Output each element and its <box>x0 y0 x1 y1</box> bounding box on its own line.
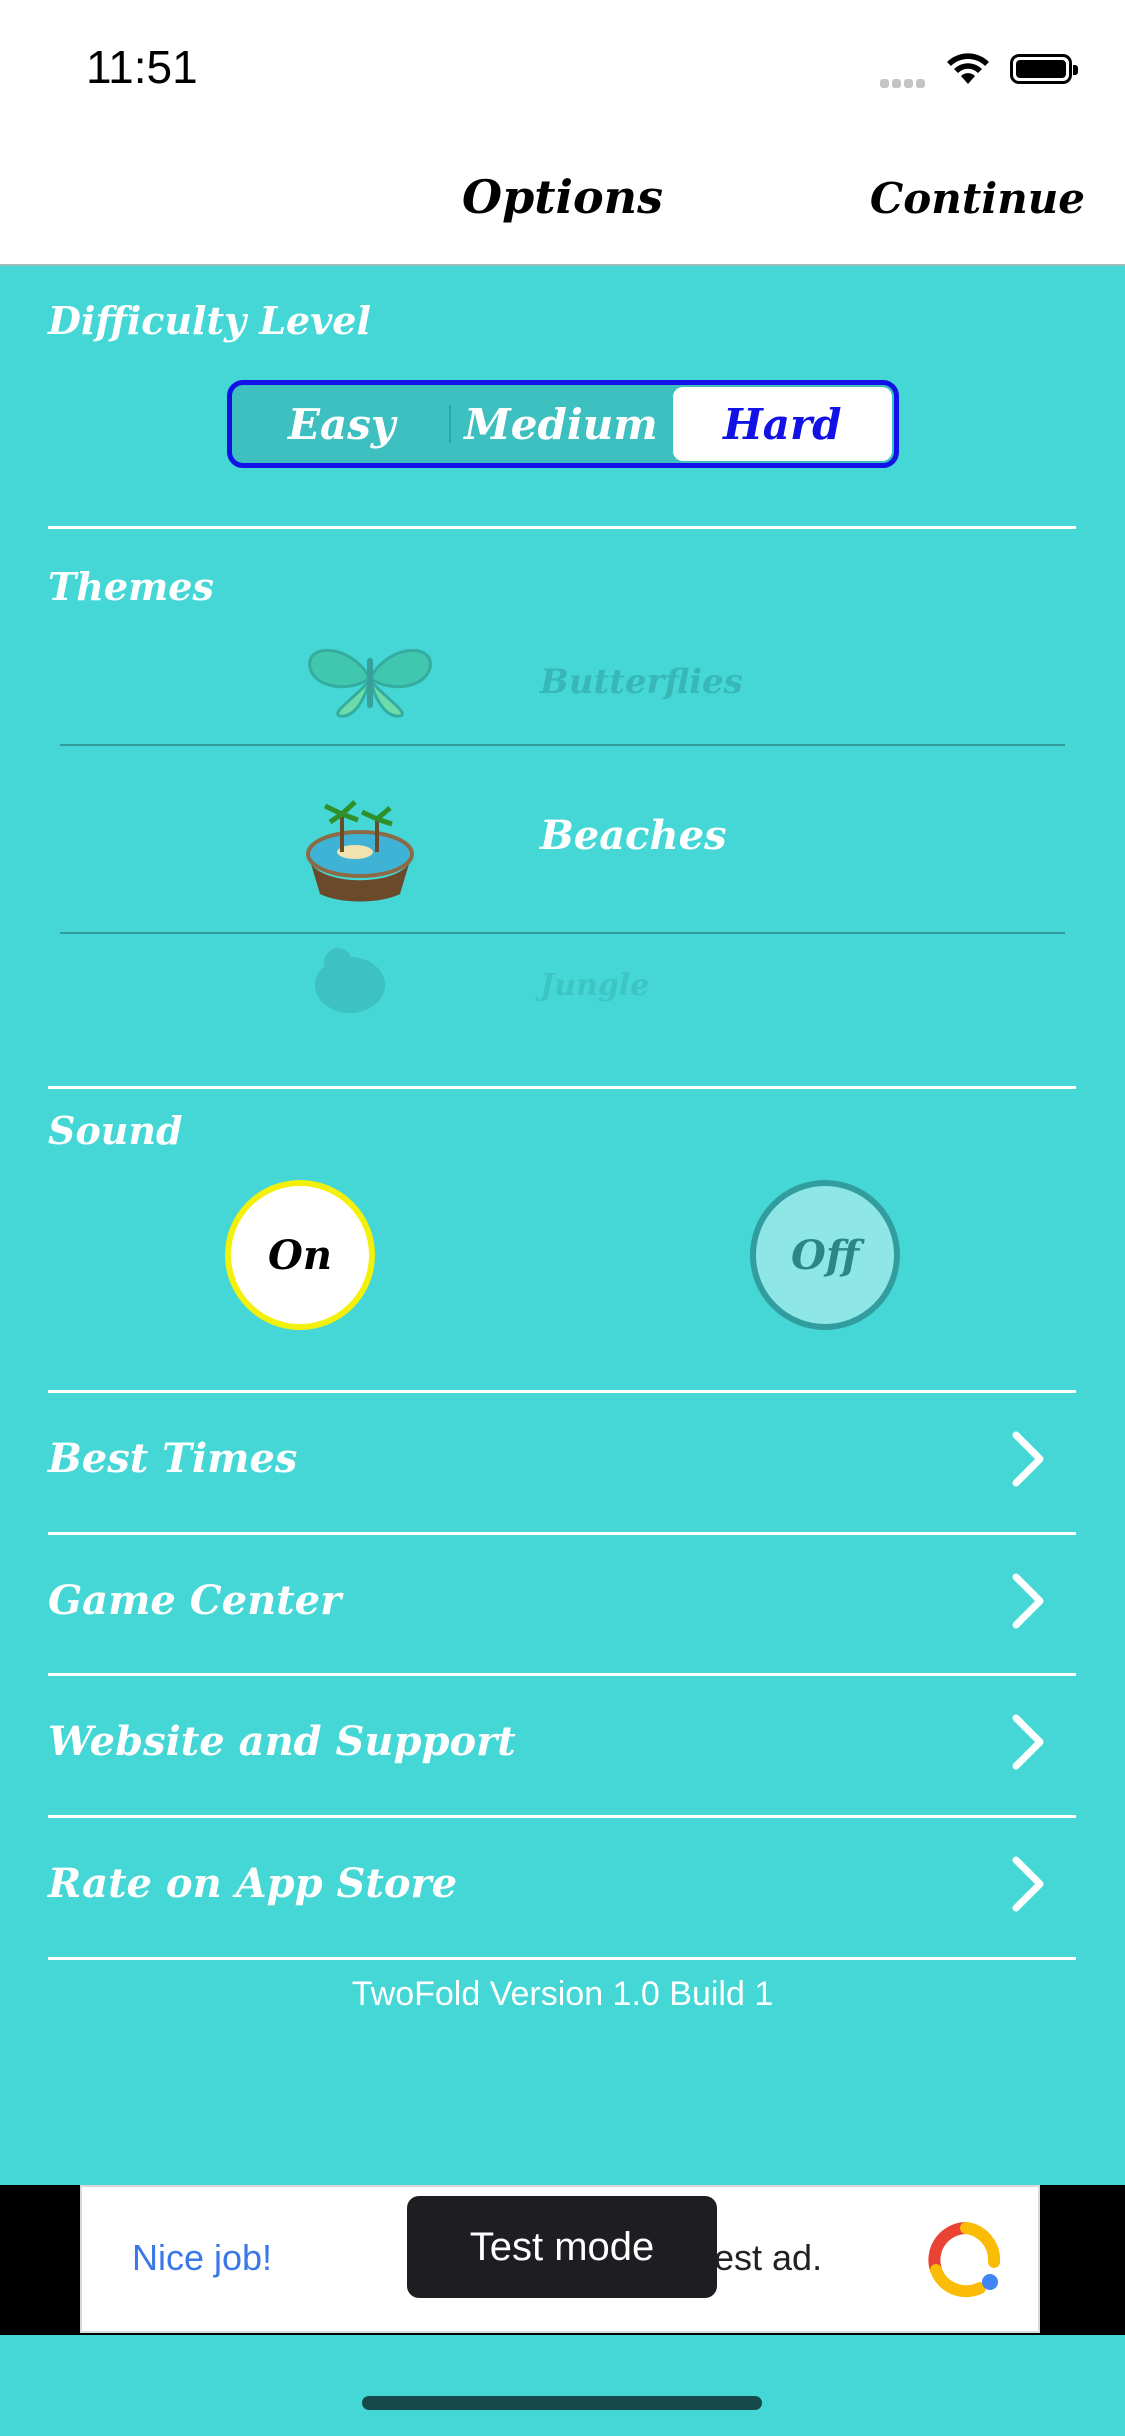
status-time: 11:51 <box>86 41 198 93</box>
difficulty-medium[interactable]: Medium <box>451 385 670 463</box>
version-text: TwoFold Version 1.0 Build 1 <box>351 1975 774 2013</box>
difficulty-hard[interactable]: Hard <box>672 387 892 461</box>
divider <box>48 1086 1076 1089</box>
difficulty-easy[interactable]: Easy <box>232 385 452 463</box>
chevron-right-icon <box>1010 1714 1046 1774</box>
ad-right-text: est ad. <box>714 2237 823 2278</box>
themes-label: Themes <box>48 564 214 609</box>
difficulty-label: Difficulty Level <box>48 298 371 343</box>
butterfly-icon <box>300 638 432 748</box>
theme-row-jungle[interactable]: Jungle <box>60 940 1065 1090</box>
divider <box>48 1957 1076 1960</box>
status-bar: 11:51 <box>0 0 1125 140</box>
theme-name-jungle: Jungle <box>540 968 650 1003</box>
theme-divider <box>60 932 1065 934</box>
game-center-label: Game Center <box>48 1577 342 1624</box>
ad-left-text: Nice job! <box>132 2237 273 2278</box>
chevron-right-icon <box>1010 1856 1046 1916</box>
beach-island-icon <box>300 794 420 904</box>
battery-icon <box>1010 54 1078 84</box>
divider <box>48 526 1076 529</box>
wifi-icon <box>945 50 991 90</box>
difficulty-segmented-control: Easy Medium Hard <box>227 380 899 468</box>
chevron-right-icon <box>1010 1573 1046 1633</box>
jungle-animal-icon <box>300 940 420 1050</box>
test-mode-toast: Test mode <box>407 2196 717 2298</box>
cellular-signal-icon <box>880 73 928 92</box>
game-center-row[interactable]: Game Center <box>48 1535 1076 1673</box>
theme-name-butterflies: Butterflies <box>540 662 743 702</box>
chevron-right-icon <box>1010 1431 1046 1491</box>
ad-network-logo-icon <box>928 2222 1004 2302</box>
website-support-row[interactable]: Website and Support <box>48 1676 1076 1814</box>
sound-label: Sound <box>48 1108 183 1153</box>
continue-button[interactable]: Continue <box>870 174 1085 223</box>
website-support-label: Website and Support <box>48 1718 516 1765</box>
theme-row-butterflies[interactable]: Butterflies <box>60 612 1065 762</box>
sound-on-button[interactable]: On <box>225 1180 375 1330</box>
rate-app-store-label: Rate on App Store <box>48 1860 458 1907</box>
rate-app-store-row[interactable]: Rate on App Store <box>48 1818 1076 1956</box>
home-indicator[interactable] <box>362 2396 762 2410</box>
theme-row-beaches[interactable]: Beaches <box>60 770 1065 920</box>
navigation-bar: Options Continue <box>0 140 1125 266</box>
theme-divider <box>60 744 1065 746</box>
sound-off-button[interactable]: Off <box>750 1180 900 1330</box>
best-times-label: Best Times <box>48 1435 298 1482</box>
best-times-row[interactable]: Best Times <box>48 1393 1076 1531</box>
theme-name-beaches: Beaches <box>540 812 727 859</box>
